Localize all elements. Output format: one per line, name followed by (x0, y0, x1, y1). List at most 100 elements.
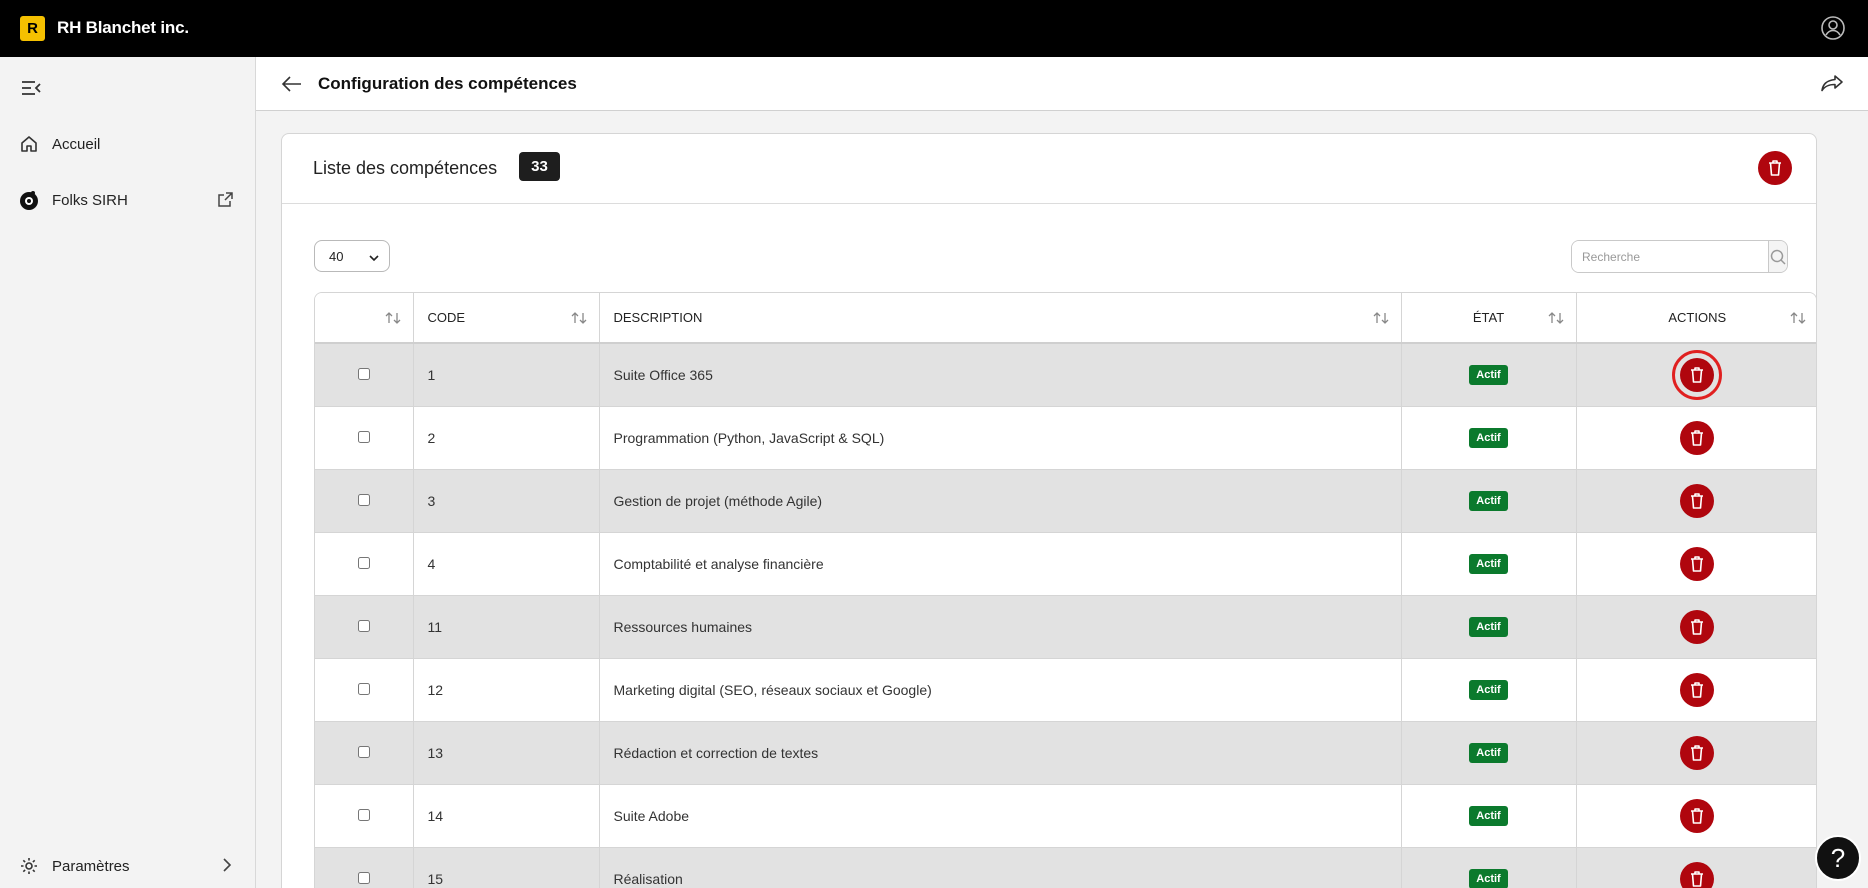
actions-cell (1576, 532, 1816, 596)
sort-icon[interactable] (385, 311, 401, 325)
etat-cell: Actif (1401, 721, 1577, 785)
row-checkbox[interactable] (357, 493, 370, 506)
description-cell: Réalisation (599, 847, 1402, 888)
delete-row-button[interactable] (1680, 546, 1715, 581)
chevron-right-icon[interactable] (220, 856, 234, 874)
row-select-cell (315, 532, 414, 596)
row-checkbox[interactable] (357, 745, 370, 758)
etat-cell: Actif (1401, 595, 1577, 659)
table-row[interactable]: 11 Ressources humaines Actif (315, 595, 1816, 659)
collapse-menu-icon[interactable] (20, 79, 42, 97)
delete-row-button[interactable] (1680, 798, 1715, 833)
top-bar: R RH Blanchet inc. (0, 0, 1868, 57)
home-icon (18, 133, 40, 155)
etat-cell: Actif (1401, 658, 1577, 722)
delete-row-button[interactable] (1672, 349, 1723, 400)
share-icon[interactable] (1818, 70, 1846, 98)
column-header-etat[interactable]: ÉTAT (1401, 293, 1577, 344)
search-input[interactable] (1572, 241, 1769, 272)
row-select-cell (315, 847, 414, 888)
external-link-icon[interactable] (216, 191, 234, 209)
delete-row-button[interactable] (1680, 483, 1715, 518)
sidebar-item-parametres[interactable]: Paramètres (18, 853, 130, 879)
status-badge: Actif (1469, 427, 1508, 448)
search-button[interactable] (1769, 241, 1787, 272)
delete-selected-button[interactable] (1758, 151, 1792, 185)
row-select-cell (315, 343, 414, 407)
row-checkbox[interactable] (357, 556, 370, 569)
actions-cell (1576, 343, 1816, 407)
delete-row-button[interactable] (1680, 861, 1715, 888)
card-title: Liste des compétences (313, 158, 498, 178)
row-select-cell (315, 784, 414, 848)
sort-icon[interactable] (1373, 311, 1389, 325)
card-header: Liste des compétences 33 (282, 134, 1816, 204)
description-cell: Suite Office 365 (599, 343, 1402, 407)
delete-row-button[interactable] (1680, 609, 1715, 644)
row-checkbox[interactable] (357, 367, 370, 380)
code-cell: 2 (413, 406, 600, 470)
table-row[interactable]: 15 Réalisation Actif (315, 847, 1816, 888)
description-cell: Ressources humaines (599, 595, 1402, 659)
table-row[interactable]: 13 Rédaction et correction de textes Act… (315, 721, 1816, 785)
delete-row-button[interactable] (1680, 672, 1715, 707)
description-cell: Suite Adobe (599, 784, 1402, 848)
column-header-actions[interactable]: ACTIONS (1576, 293, 1816, 344)
skills-table: CODE DESCRIPTION ÉTAT ACTIONS 1 Suite Of… (314, 292, 1817, 888)
trash-icon (1691, 492, 1704, 509)
row-select-cell (315, 721, 414, 785)
table-row[interactable]: 1 Suite Office 365 Actif (315, 343, 1816, 407)
code-cell: 4 (413, 532, 600, 596)
table-row[interactable]: 4 Comptabilité et analyse financière Act… (315, 532, 1816, 596)
row-checkbox[interactable] (357, 619, 370, 632)
back-arrow-icon[interactable] (280, 72, 304, 96)
etat-cell: Actif (1401, 784, 1577, 848)
status-badge: Actif (1469, 490, 1508, 511)
sort-icon[interactable] (1790, 311, 1806, 325)
status-badge: Actif (1469, 364, 1508, 385)
user-account-icon[interactable] (1820, 15, 1846, 41)
row-checkbox[interactable] (357, 682, 370, 695)
table-row[interactable]: 12 Marketing digital (SEO, réseaux socia… (315, 658, 1816, 722)
status-badge: Actif (1469, 742, 1508, 763)
code-cell: 15 (413, 847, 600, 888)
trash-icon (1691, 681, 1704, 698)
description-cell: Comptabilité et analyse financière (599, 532, 1402, 596)
row-checkbox[interactable] (357, 871, 370, 884)
column-header-select[interactable] (315, 293, 414, 344)
delete-row-button[interactable] (1680, 420, 1715, 455)
etat-cell: Actif (1401, 532, 1577, 596)
status-badge: Actif (1469, 805, 1508, 826)
table-header-row: CODE DESCRIPTION ÉTAT ACTIONS (315, 293, 1816, 344)
sidebar-item-folks-sirh[interactable]: Folks SIRH (18, 187, 128, 213)
actions-cell (1576, 658, 1816, 722)
row-select-cell (315, 406, 414, 470)
help-button[interactable]: ? (1815, 835, 1861, 881)
code-cell: 12 (413, 658, 600, 722)
trash-icon (1691, 429, 1704, 446)
status-badge: Actif (1469, 553, 1508, 574)
etat-cell: Actif (1401, 343, 1577, 407)
sidebar-item-accueil[interactable]: Accueil (18, 131, 100, 157)
trash-icon (1691, 555, 1704, 572)
column-header-description[interactable]: DESCRIPTION (599, 293, 1402, 344)
trash-icon (1691, 618, 1704, 635)
table-row[interactable]: 3 Gestion de projet (méthode Agile) Acti… (315, 469, 1816, 533)
trash-icon (1769, 160, 1781, 176)
page-size-select[interactable]: 40 (314, 240, 390, 272)
row-checkbox[interactable] (357, 808, 370, 821)
etat-cell: Actif (1401, 406, 1577, 470)
table-row[interactable]: 2 Programmation (Python, JavaScript & SQ… (315, 406, 1816, 470)
row-select-cell (315, 595, 414, 659)
actions-cell (1576, 406, 1816, 470)
sort-icon[interactable] (571, 311, 587, 325)
trash-icon (1691, 366, 1704, 383)
column-header-code[interactable]: CODE (413, 293, 600, 344)
row-checkbox[interactable] (357, 430, 370, 443)
sort-icon[interactable] (1548, 311, 1564, 325)
brand-name: RH Blanchet inc. (57, 18, 189, 37)
table-row[interactable]: 14 Suite Adobe Actif (315, 784, 1816, 848)
status-badge: Actif (1469, 679, 1508, 700)
folks-logo-icon (18, 189, 40, 211)
delete-row-button[interactable] (1680, 735, 1715, 770)
